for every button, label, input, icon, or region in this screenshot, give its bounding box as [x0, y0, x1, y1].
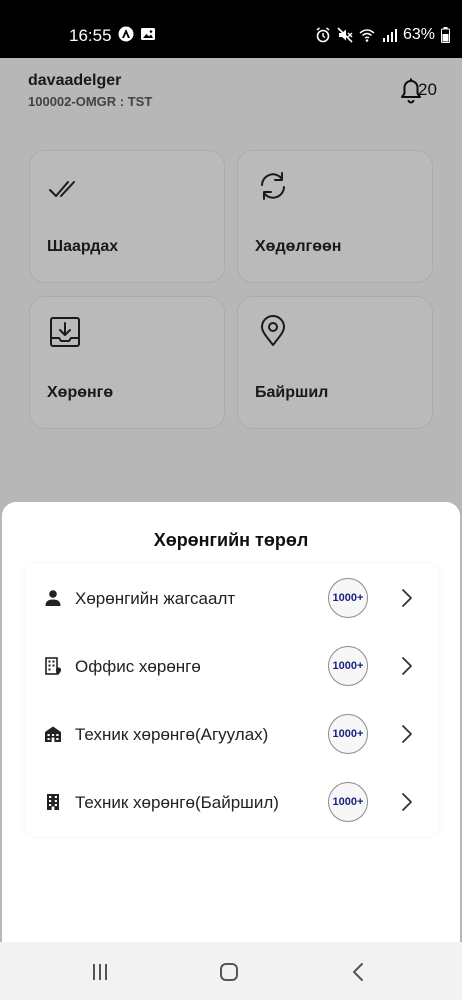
alarm-icon — [316, 27, 330, 43]
battery-percent: 63% — [402, 26, 435, 43]
count-badge: 1000+ — [328, 714, 368, 754]
image-icon — [141, 28, 155, 40]
list-item-label: Хөрөнгийн жагсаалт — [75, 589, 236, 608]
sheet-title: Хөрөнгийн төрөл — [153, 530, 309, 550]
status-right: 63% — [315, 26, 450, 44]
bottom-sheet: Хөрөнгийн төрөл Хөрөнгийн жагсаалт 1000+… — [2, 502, 460, 942]
office-building-icon — [45, 657, 62, 675]
signal-icon — [382, 29, 397, 42]
warehouse-icon — [45, 726, 61, 742]
system-nav-bar — [0, 942, 462, 1000]
list-item-asset-list[interactable]: Хөрөнгийн жагсаалт 1000+ — [25, 564, 439, 632]
list-item-office-assets[interactable]: Оффис хөрөнгө 1000+ — [25, 632, 439, 700]
home-icon[interactable] — [219, 962, 239, 982]
chevron-right-icon — [402, 657, 412, 675]
list-item-tech-warehouse[interactable]: Техник хөрөнгө(Агуулах) 1000+ — [25, 700, 439, 768]
battery-icon — [441, 27, 450, 43]
app-notification-icon — [118, 26, 134, 42]
count-badge: 1000+ — [328, 782, 368, 822]
count-badge: 1000+ — [328, 646, 368, 686]
chevron-right-icon — [402, 793, 412, 811]
list-item-label: Техник хөрөнгө(Байршил) — [75, 793, 279, 812]
status-bar: 16:55 63% — [0, 0, 462, 58]
chevron-right-icon — [402, 725, 412, 743]
building-icon — [47, 794, 59, 810]
asset-type-list: Хөрөнгийн жагсаалт 1000+ Оффис хөрөнгө 1… — [25, 564, 439, 836]
chevron-right-icon — [402, 589, 412, 607]
count-badge: 1000+ — [328, 578, 368, 618]
back-icon[interactable] — [349, 962, 369, 982]
mute-icon — [337, 27, 353, 43]
list-item-tech-location[interactable]: Техник хөрөнгө(Байршил) 1000+ — [25, 768, 439, 836]
list-item-label: Техник хөрөнгө(Агуулах) — [75, 725, 269, 744]
recent-apps-icon[interactable] — [90, 962, 110, 982]
status-time: 16:55 — [69, 26, 112, 45]
status-left-icons — [118, 26, 156, 42]
wifi-icon — [359, 29, 375, 42]
list-item-label: Оффис хөрөнгө — [75, 657, 201, 676]
person-icon — [45, 590, 61, 606]
